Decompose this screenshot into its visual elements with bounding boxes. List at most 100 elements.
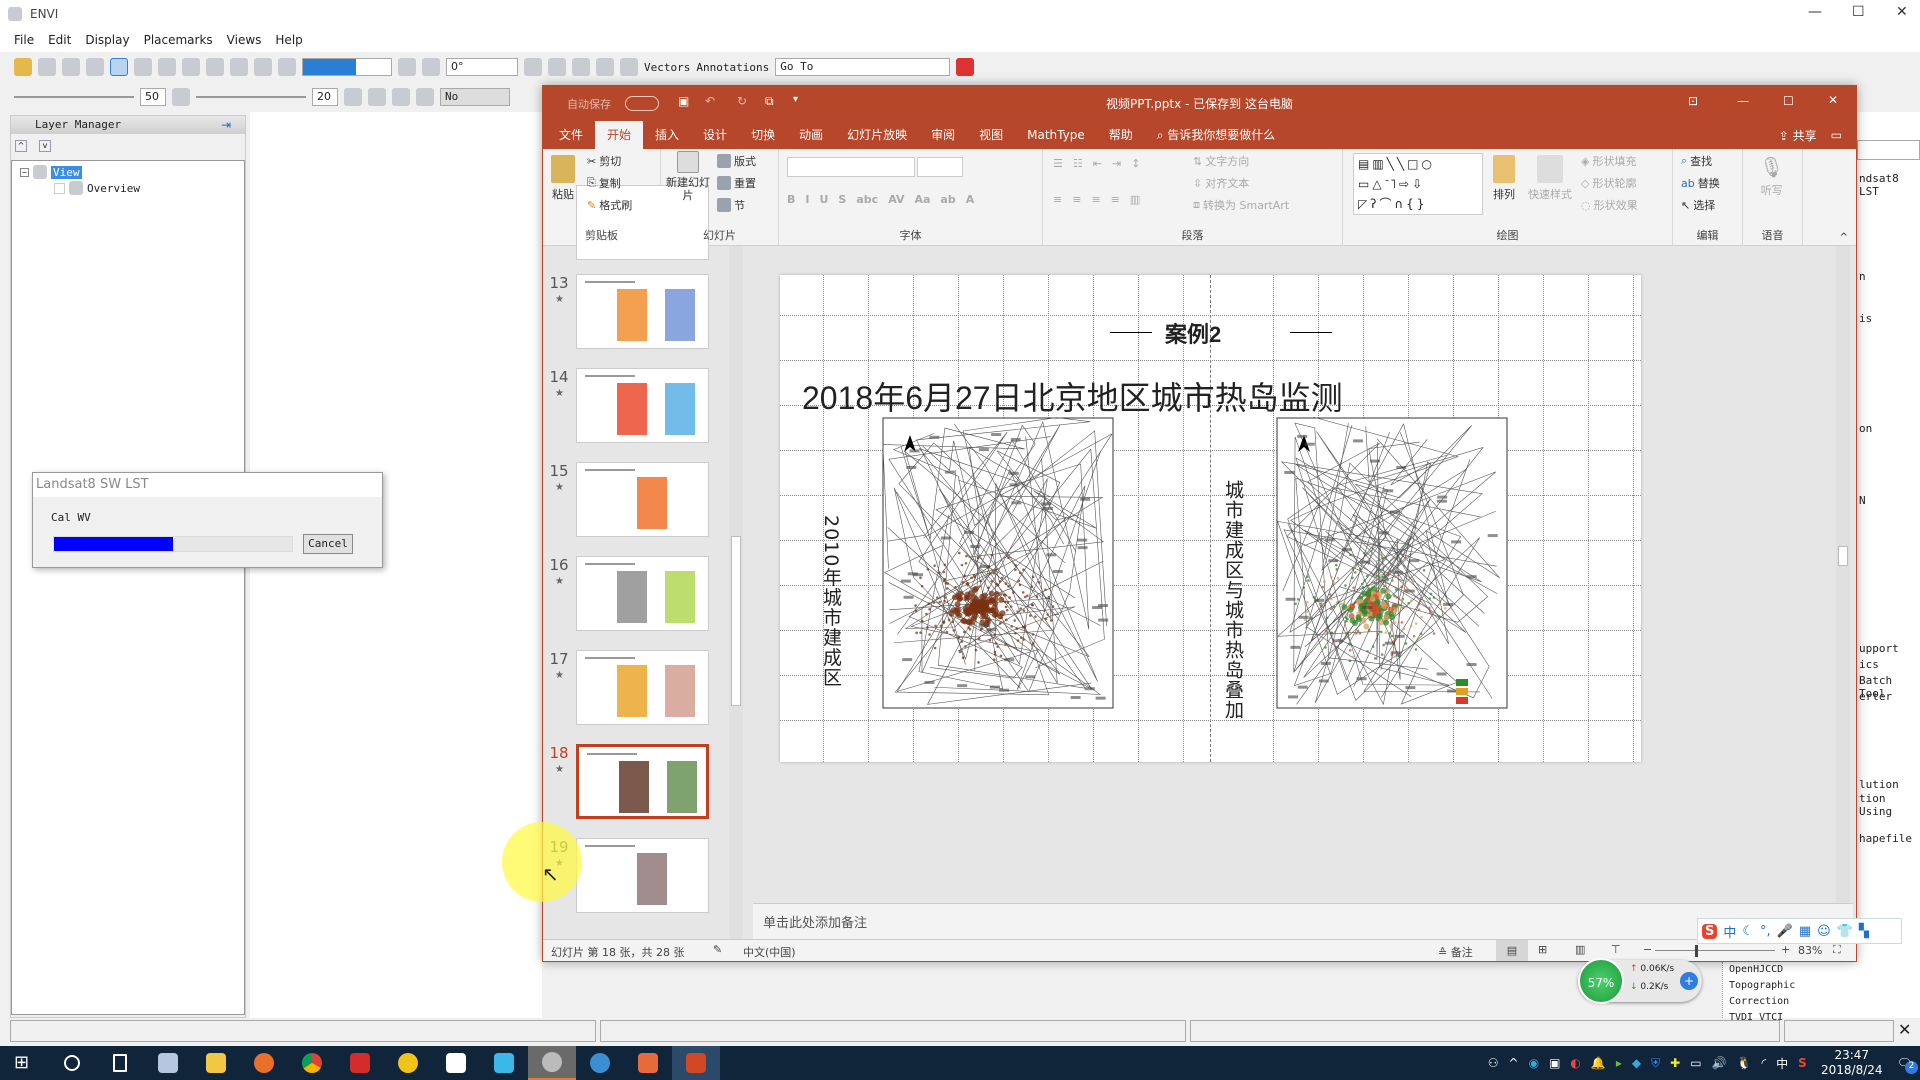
align-left-icon[interactable]: ≡ — [1053, 193, 1062, 206]
paste-button[interactable]: 粘贴 — [551, 155, 575, 202]
columns-icon[interactable]: ▥ — [1130, 193, 1140, 206]
menu-edit[interactable]: Edit — [48, 33, 71, 47]
clipboard-icon[interactable] — [38, 58, 56, 76]
network-speed-widget[interactable]: 57% ↑ 0.06K/s ↓ 0.2K/s + — [1578, 958, 1702, 1004]
skin-icon[interactable]: 👕 — [1837, 924, 1853, 939]
menu-views[interactable]: Views — [227, 33, 262, 47]
align-center-icon[interactable]: ≡ — [1072, 193, 1081, 206]
taskbar-app-netease-music[interactable] — [336, 1046, 384, 1080]
dictate-button[interactable]: 🎙 听写 — [1759, 155, 1784, 198]
vectors-menu[interactable]: Vectors — [644, 61, 690, 74]
comments-icon[interactable]: ▭ — [1831, 128, 1856, 142]
contrast-value[interactable]: 20 — [312, 88, 338, 106]
tab-insert[interactable]: 插入 — [643, 121, 691, 149]
dock-icon[interactable]: ⇥ — [221, 118, 231, 132]
brightness-value[interactable]: 50 — [140, 88, 166, 106]
italic-icon[interactable]: I — [805, 193, 809, 206]
taskbar-app-transfer[interactable] — [480, 1046, 528, 1080]
outdent-icon[interactable]: ⇥ — [1112, 157, 1121, 170]
fit-slide-icon[interactable]: ⛶ — [1833, 943, 1841, 957]
left-map-label[interactable]: 2010年城市建成区 — [818, 515, 845, 687]
slide-canvas[interactable]: 案例2 2018年6月27日北京地区城市热岛监测 2010年城市建成区 城市建成… — [780, 275, 1641, 762]
tree-item-view[interactable]: − View — [20, 165, 82, 179]
menu-help[interactable]: Help — [275, 33, 302, 47]
ribbon-display-icon[interactable]: ⊡ — [1688, 94, 1698, 108]
close-button[interactable]: ✕ — [1896, 4, 1908, 20]
copy-button[interactable]: ⎘ 复制 — [587, 175, 621, 191]
notes-pane[interactable]: 单击此处添加备注 — [753, 903, 1853, 939]
collapse-ribbon-icon[interactable]: ^ — [1840, 232, 1848, 243]
zoom-out-icon[interactable]: − — [1643, 943, 1652, 956]
pixel-icon[interactable] — [572, 58, 590, 76]
target-icon[interactable] — [392, 88, 410, 106]
format-painter-button[interactable]: ✎ 格式刷 — [587, 197, 632, 213]
menu-placemarks[interactable]: Placemarks — [144, 33, 213, 47]
punct-icon[interactable]: °, — [1760, 924, 1771, 939]
stretch-combo[interactable]: No stretch — [440, 88, 510, 106]
slide-thumbnail[interactable] — [576, 650, 709, 725]
notes-toggle[interactable]: ≙ 备注 — [1438, 944, 1473, 960]
task-view-button[interactable] — [96, 1046, 144, 1080]
customize-qat-icon[interactable]: ▾ — [793, 94, 798, 105]
toolbox-icon[interactable]: ▚ — [1859, 924, 1869, 939]
battery-icon[interactable]: ▭ — [1690, 1056, 1701, 1070]
shape-outline-button[interactable]: ◇ 形状轮廓 — [1581, 175, 1636, 191]
toolbox-item[interactable]: hapefile — [1859, 832, 1912, 845]
taskbar-app-chrome[interactable] — [288, 1046, 336, 1080]
maximize-button[interactable]: ☐ — [1852, 4, 1865, 20]
qq-icon[interactable]: 🐧 — [1736, 1056, 1751, 1070]
toolbox-item[interactable]: on — [1859, 422, 1872, 435]
ppt-minimize-button[interactable]: — — [1737, 94, 1749, 108]
toolbox-search-input[interactable] — [1857, 140, 1920, 160]
people-icon[interactable]: ⚇ — [1488, 1056, 1499, 1070]
align-text-button[interactable]: ⇳ 对齐文本 — [1193, 175, 1249, 191]
search-button[interactable] — [48, 1046, 96, 1080]
tab-help[interactable]: 帮助 — [1097, 121, 1145, 149]
scrollbar-thumb[interactable] — [731, 536, 741, 706]
tab-view[interactable]: 视图 — [967, 121, 1015, 149]
spacing-icon[interactable]: AV — [888, 193, 904, 206]
notification-bell-icon[interactable]: 🔔 — [1591, 1056, 1606, 1070]
taskbar-app-mail[interactable] — [432, 1046, 480, 1080]
align-buttons[interactable]: ≡ ≡ ≡ ≡ ▥ — [1053, 193, 1140, 206]
volume-icon[interactable]: 🔊 — [1712, 1056, 1727, 1070]
slide-thumbnail[interactable] — [576, 462, 709, 537]
line-spacing-icon[interactable]: ↕ — [1131, 157, 1140, 170]
section-button[interactable]: 节 — [717, 197, 745, 213]
slide-thumbnail[interactable] — [576, 368, 709, 443]
shape-effects-button[interactable]: ◌ 形状效果 — [1581, 197, 1638, 213]
font-format-buttons[interactable]: B I U Sabc AV Aa ab A — [787, 193, 974, 206]
fit-icon[interactable] — [278, 58, 296, 76]
rotate-right-icon[interactable] — [422, 58, 440, 76]
pin-icon[interactable] — [86, 58, 104, 76]
bullets-icon[interactable]: ☰ — [1053, 157, 1063, 170]
spellcheck-icon[interactable]: ✎ — [713, 943, 722, 956]
open-icon[interactable] — [14, 58, 32, 76]
select-icon[interactable] — [110, 58, 128, 76]
save-icon[interactable]: ▣ — [678, 94, 689, 108]
shield-icon[interactable]: ⛨ — [1651, 1056, 1660, 1071]
start-button[interactable]: ⊞ — [0, 1046, 48, 1080]
close-status-icon[interactable]: ✕ — [1898, 1020, 1911, 1044]
find-button[interactable]: ⌕ 查找 — [1681, 153, 1712, 169]
toolbox-item[interactable]: tion Using — [1859, 792, 1920, 818]
layers-icon[interactable] — [62, 58, 80, 76]
sogou-logo-icon[interactable]: S — [1702, 923, 1718, 939]
zoom-out-icon[interactable] — [254, 58, 272, 76]
wifi-icon[interactable]: ◜ — [1761, 1056, 1766, 1070]
slide-thumbnail[interactable] — [576, 838, 709, 913]
tray-app-icon[interactable]: ▣ — [1549, 1056, 1560, 1070]
strikethrough-icon[interactable]: abc — [856, 193, 878, 206]
built-up-area-map[interactable] — [882, 417, 1114, 709]
slide-sorter-icon[interactable]: ⊞ — [1538, 943, 1547, 956]
font-name-input[interactable] — [787, 157, 915, 177]
font-color-icon[interactable]: A — [966, 193, 975, 206]
clock[interactable]: 23:47 2018/8/24 — [1817, 1048, 1887, 1078]
new-slide-button[interactable]: 新建幻灯片 — [665, 151, 711, 202]
zoom-in-icon[interactable] — [230, 58, 248, 76]
action-center-button[interactable]: 🗨 2 — [1897, 1056, 1918, 1074]
slide-thumbnail[interactable] — [576, 556, 709, 631]
toolbox-item[interactable]: n — [1859, 270, 1866, 283]
menu-file[interactable]: File — [14, 33, 34, 47]
collapse-icon[interactable]: − — [20, 167, 29, 177]
